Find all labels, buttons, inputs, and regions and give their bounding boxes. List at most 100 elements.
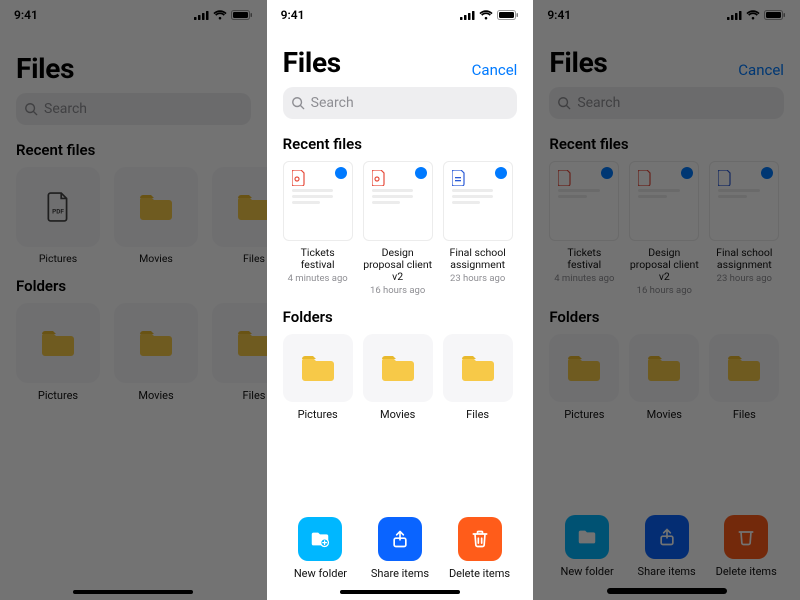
foreground-screen: 9:41 Files Cancel Search Recent files — [267, 0, 534, 600]
folder-tile[interactable]: Files — [212, 303, 267, 402]
doc-icon — [452, 170, 466, 186]
search-input[interactable]: Search — [16, 93, 251, 125]
pdf-icon: PDF — [45, 192, 71, 222]
search-placeholder: Search — [311, 95, 354, 111]
page-title: Files — [283, 46, 341, 79]
header: Files — [0, 22, 267, 93]
new-folder-button[interactable]: New folder — [281, 517, 361, 580]
search-icon — [24, 102, 38, 116]
folder-icon — [138, 328, 174, 358]
selection-badge — [495, 167, 507, 179]
file-name: Tickets festival — [283, 247, 353, 271]
pdf-icon — [638, 170, 652, 186]
folder-icon — [236, 328, 267, 358]
trash-icon — [470, 529, 490, 549]
new-folder-button[interactable]: New folder — [547, 515, 627, 578]
cellular-icon — [460, 10, 475, 20]
folder-plus-icon — [576, 526, 598, 548]
file-name: Design proposal client v2 — [363, 247, 433, 283]
file-time: 4 minutes ago — [283, 273, 353, 284]
status-bar: 9:41 — [0, 0, 267, 22]
delete-items-button[interactable]: Delete items — [706, 515, 786, 578]
folder-icon — [566, 353, 602, 383]
folder-icon — [300, 353, 336, 383]
share-icon — [390, 529, 410, 549]
battery-icon — [231, 10, 253, 20]
cellular-icon — [194, 10, 209, 20]
recent-tile[interactable]: PDF Pictures — [16, 167, 100, 265]
folder-icon — [460, 353, 496, 383]
action-label: New folder — [281, 567, 361, 580]
status-time: 9:41 — [14, 8, 38, 22]
recent-file[interactable]: Design proposal client v2 16 hours ago — [363, 161, 433, 296]
file-time: 16 hours ago — [363, 285, 433, 296]
folder[interactable]: Movies — [629, 334, 699, 421]
section-recent-title: Recent files — [267, 131, 534, 161]
recent-tile[interactable]: Files — [212, 167, 267, 265]
action-label: Share items — [360, 567, 440, 580]
folder[interactable]: Movies — [363, 334, 433, 421]
recent-file[interactable]: Final school assignment 23 hours ago — [443, 161, 513, 296]
folder-icon — [236, 192, 267, 222]
folder-name: Movies — [363, 408, 433, 421]
share-icon — [657, 527, 677, 547]
pdf-icon — [292, 170, 306, 186]
folder[interactable]: Files — [709, 334, 779, 421]
svg-text:PDF: PDF — [52, 207, 64, 215]
cancel-button[interactable]: Cancel — [738, 61, 784, 79]
wifi-icon — [746, 10, 760, 20]
doc-icon — [718, 170, 732, 186]
recent-file[interactable]: Design proposal client v2 16 hours ago — [629, 161, 699, 296]
home-indicator[interactable] — [340, 590, 460, 594]
folder-icon — [726, 353, 762, 383]
search-input[interactable]: Search — [283, 87, 518, 119]
recent-file[interactable]: Tickets festival 4 minutes ago — [283, 161, 353, 296]
share-items-button[interactable]: Share items — [360, 517, 440, 580]
recent-file[interactable]: Final school assignment 23 hours ago — [709, 161, 779, 296]
search-placeholder: Search — [44, 101, 87, 117]
file-name: Final school assignment — [443, 247, 513, 271]
action-bar: New folder Share items Delete items — [267, 511, 534, 584]
folder-tile[interactable]: Movies — [114, 303, 198, 402]
folder-plus-icon — [309, 528, 331, 550]
status-time: 9:41 — [281, 8, 305, 22]
page-title: Files — [549, 46, 607, 79]
cellular-icon — [727, 10, 742, 20]
background-screen-right: 9:41 Files Cancel Search Recent files — [533, 0, 800, 600]
selection-badge — [335, 167, 347, 179]
folder[interactable]: Pictures — [549, 334, 619, 421]
recent-files-row: Tickets festival 4 minutes ago Design pr… — [267, 161, 534, 304]
folder-icon — [138, 192, 174, 222]
folder[interactable]: Pictures — [283, 334, 353, 421]
home-indicator[interactable] — [73, 590, 193, 594]
action-label: Delete items — [440, 567, 520, 580]
folder-name: Files — [443, 408, 513, 421]
folder-icon — [380, 353, 416, 383]
wifi-icon — [479, 10, 493, 20]
recent-file[interactable]: Tickets festival 4 minutes ago — [549, 161, 619, 296]
folder[interactable]: Files — [443, 334, 513, 421]
share-items-button[interactable]: Share items — [627, 515, 707, 578]
folder-icon — [646, 353, 682, 383]
section-recent-title: Recent files — [0, 137, 267, 167]
section-folders-title: Folders — [533, 304, 800, 334]
background-screen-left: 9:41 Files Search Recent files PDF Pictu… — [0, 0, 267, 600]
page-title: Files — [16, 52, 74, 85]
trash-icon — [736, 527, 756, 547]
status-bar: 9:41 — [267, 0, 534, 22]
search-input[interactable]: Search — [549, 87, 784, 119]
search-icon — [291, 96, 305, 110]
battery-icon — [764, 10, 786, 20]
status-bar: 9:41 — [533, 0, 800, 22]
section-recent-title: Recent files — [533, 131, 800, 161]
status-time: 9:41 — [547, 8, 571, 22]
folders-row: Pictures Movies Files — [267, 334, 534, 433]
folder-tile[interactable]: Pictures — [16, 303, 100, 402]
pdf-icon — [372, 170, 386, 186]
cancel-button[interactable]: Cancel — [472, 61, 518, 79]
section-folders-title: Folders — [267, 304, 534, 334]
recent-tile[interactable]: Movies — [114, 167, 198, 265]
selection-badge — [415, 167, 427, 179]
pdf-icon — [558, 170, 572, 186]
delete-items-button[interactable]: Delete items — [440, 517, 520, 580]
